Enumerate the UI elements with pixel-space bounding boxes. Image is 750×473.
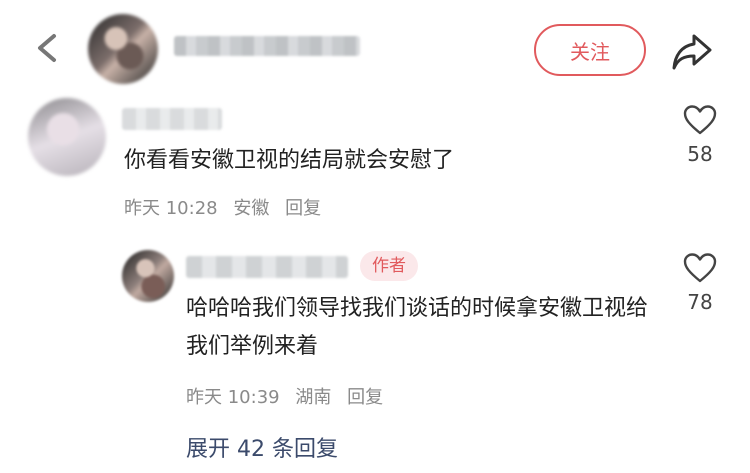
heart-icon [683, 105, 717, 135]
reply-author-avatar[interactable] [122, 250, 174, 302]
reply-author-name-blurred[interactable] [186, 256, 348, 278]
comment-time: 昨天 10:28 [124, 198, 218, 219]
comment-meta: 昨天 10:28 安徽 回复 [124, 194, 331, 220]
reply-text: 哈哈哈我们领导找我们谈话的时候拿安徽卫视给我们举例来着 [186, 296, 649, 359]
profile-name-blurred[interactable] [174, 36, 360, 56]
share-icon[interactable] [666, 26, 718, 78]
like-count: 58 [687, 142, 713, 166]
reply-link[interactable]: 回复 [285, 198, 321, 219]
profile-avatar[interactable] [88, 14, 158, 84]
expand-replies-link[interactable]: 展开 42 条回复 [186, 431, 338, 463]
reply-reply-link[interactable]: 回复 [347, 387, 383, 408]
commenter-avatar[interactable] [28, 98, 106, 176]
reply-like-button[interactable]: 78 [670, 252, 730, 314]
comment-text: 你看看安徽卫视的结局就会安慰了 [124, 148, 455, 173]
comment-like-button[interactable]: 58 [670, 104, 730, 166]
follow-button[interactable]: 关注 [534, 24, 646, 76]
reply-time: 昨天 10:39 [186, 387, 280, 408]
heart-icon [683, 253, 717, 283]
commenter-name-blurred[interactable] [122, 108, 222, 130]
back-arrow-icon[interactable] [28, 28, 68, 68]
reply-location: 湖南 [295, 387, 332, 408]
author-badge: 作者 [360, 251, 418, 281]
comment-location: 安徽 [233, 198, 270, 219]
like-count: 78 [687, 290, 713, 314]
reply-meta: 昨天 10:39 湖南 回复 [186, 383, 393, 409]
